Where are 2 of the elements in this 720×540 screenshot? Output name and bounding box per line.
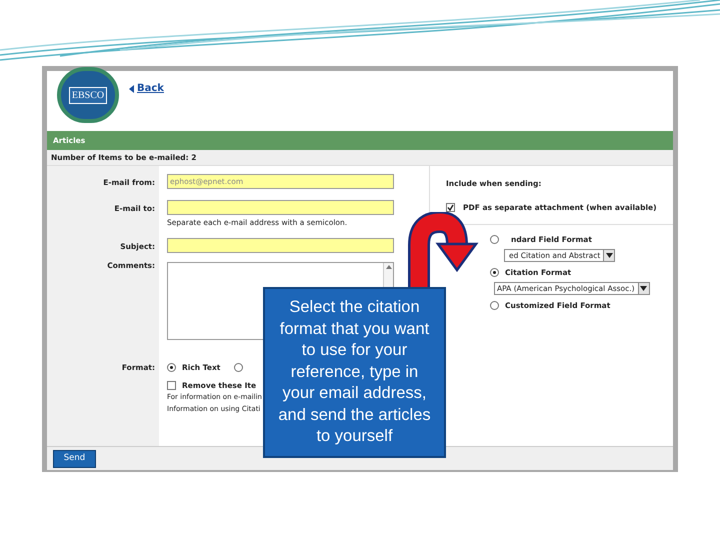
callout-tooltip: Select the citation format that you want to use for your reference, type in your email address, and send the articles to yourself bbox=[263, 287, 446, 458]
logo-text: EBSCO bbox=[68, 86, 108, 104]
